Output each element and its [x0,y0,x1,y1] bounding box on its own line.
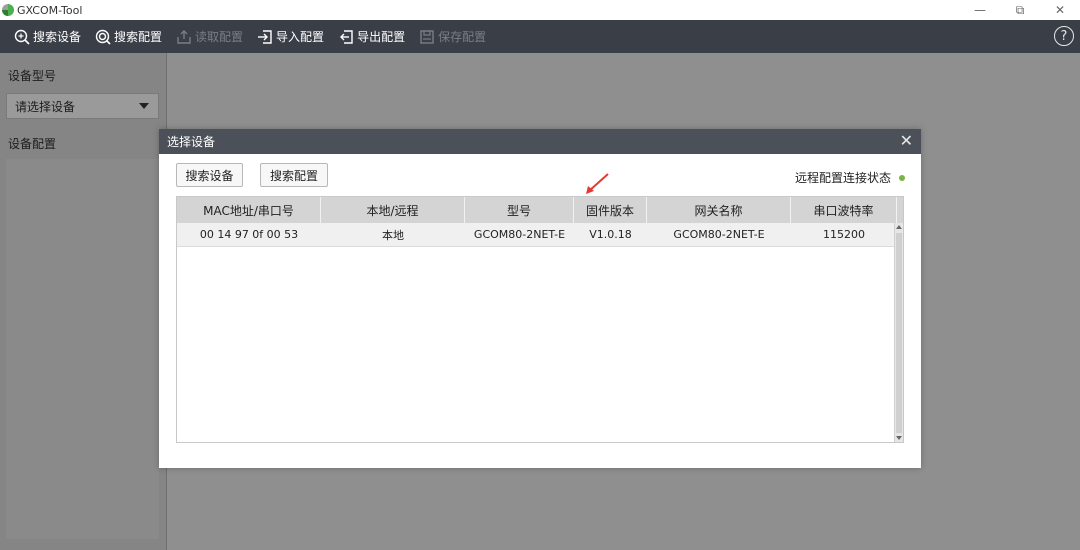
column-header-mac[interactable]: MAC地址/串口号 [177,197,321,223]
cell-gateway-name: GCOM80-2NET-E [673,228,765,241]
search-device-toolbar-label: 搜索设备 [33,30,82,44]
dialog-header: 选择设备 ✕ [159,129,921,154]
read-config-toolbar-button[interactable]: 读取配置 [176,20,243,53]
import-config-toolbar-label: 导入配置 [276,30,325,44]
cell-baud-rate: 115200 [823,228,865,241]
read-config-icon [177,29,191,44]
export-config-toolbar-label: 导出配置 [357,30,406,44]
save-config-toolbar-button[interactable]: 保存配置 [419,20,486,53]
close-button[interactable]: ✕ [1040,0,1080,20]
maximize-button[interactable]: ⧉ [1000,0,1040,20]
app-title: GXCOM-Tool [17,3,83,17]
search-config-icon [95,29,111,45]
dialog-title: 选择设备 [167,135,216,149]
help-icon[interactable]: ? [1054,26,1074,46]
import-config-icon [258,29,272,44]
device-config-label: 设备配置 [8,137,57,151]
column-header-firmware[interactable]: 固件版本 [574,197,647,223]
remote-status-label: 远程配置连接状态 [794,171,891,185]
read-config-toolbar-label: 读取配置 [195,30,244,44]
export-config-icon [340,29,353,44]
device-config-panel [6,159,159,539]
dialog-close-icon[interactable]: ✕ [900,132,913,150]
status-indicator-icon [899,174,905,181]
table-row[interactable]: 00 14 97 0f 00 53 本地 GCOM80-2NET-E V1.0.… [177,223,903,247]
device-model-select[interactable]: 请选择设备 [6,93,159,119]
remote-status: 远程配置连接状态 [795,169,905,186]
window-controls: — ⧉ ✕ [960,0,1080,20]
left-panel: 设备型号 请选择设备 设备配置 [0,53,167,550]
search-device-toolbar-button[interactable]: 搜索设备 [14,20,81,53]
import-config-toolbar-button[interactable]: 导入配置 [257,20,324,53]
column-header-local-remote[interactable]: 本地/远程 [321,197,465,223]
select-device-dialog: 选择设备 ✕ 搜索设备 搜索配置 远程配置连接状态 MAC地址/串口号 本地/远… [159,129,921,468]
column-header-gateway-name[interactable]: 网关名称 [647,197,791,223]
minimize-button[interactable]: — [960,0,1000,20]
title-bar: GXCOM-Tool — ⧉ ✕ [0,0,1080,20]
cell-model: GCOM80-2NET-E [473,228,566,241]
scroll-up-icon[interactable] [896,225,902,229]
search-config-toolbar-label: 搜索配置 [114,30,163,44]
scrollbar-thumb[interactable] [896,233,902,433]
cell-local-remote: 本地 [382,228,404,242]
save-config-icon [420,29,434,44]
device-model-label: 设备型号 [8,69,57,83]
cell-mac: 00 14 97 0f 00 53 [199,228,299,241]
table-header: MAC地址/串口号 本地/远程 型号 固件版本 网关名称 串口波特率 [177,197,903,223]
dialog-search-config-button[interactable]: 搜索配置 [260,163,328,187]
chevron-down-icon [139,103,149,109]
save-config-toolbar-label: 保存配置 [438,30,487,44]
search-config-toolbar-button[interactable]: 搜索配置 [95,20,162,53]
device-model-select-value: 请选择设备 [15,99,76,114]
toolbar: 搜索设备 搜索配置 读取配置 导入配置 导出配置 保存配置 ? [0,20,1080,53]
device-table: MAC地址/串口号 本地/远程 型号 固件版本 网关名称 串口波特率 00 14… [176,196,904,443]
dialog-search-device-button[interactable]: 搜索设备 [176,163,243,187]
export-config-toolbar-button[interactable]: 导出配置 [338,20,405,53]
table-scrollbar[interactable] [894,223,903,442]
search-device-icon [14,29,30,45]
column-header-baud-rate[interactable]: 串口波特率 [791,197,897,223]
app-logo-icon [2,4,14,16]
column-header-model[interactable]: 型号 [465,197,574,223]
cell-firmware: V1.0.18 [589,228,632,241]
annotation-arrow-icon [586,173,609,194]
scroll-down-icon[interactable] [896,436,902,440]
